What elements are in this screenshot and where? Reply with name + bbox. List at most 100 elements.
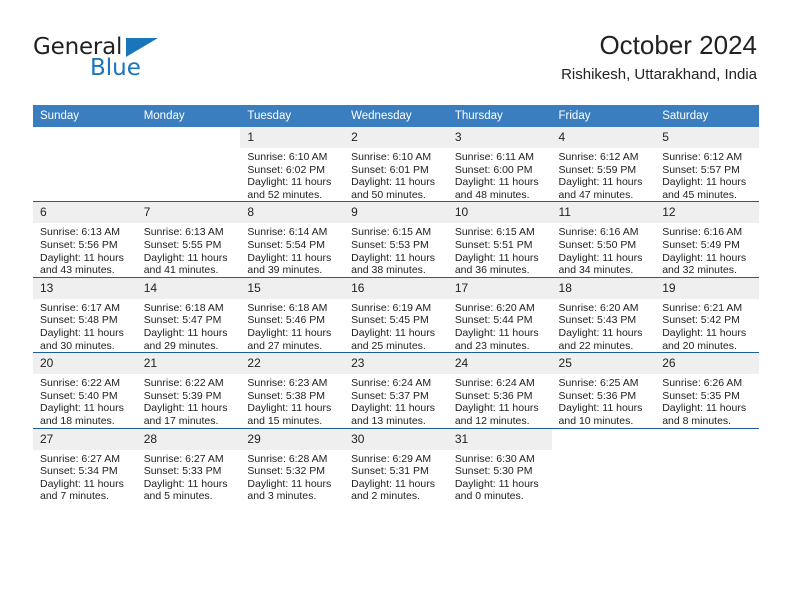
- calendar-cell[interactable]: 30 Sunrise: 6:29 AM Sunset: 5:31 PM Dayligh…: [344, 427, 448, 503]
- day-cell: 1 Sunrise: 6:10 AM Sunset: 6:02 PM Daylight…: [240, 127, 345, 201]
- calendar-cell[interactable]: 8 Sunrise: 6:14 AM Sunset: 5:54 PM Daylight…: [240, 201, 345, 278]
- day-number: 6: [33, 202, 137, 224]
- detail-daylight2: and 47 minutes.: [558, 188, 634, 201]
- calendar-cell[interactable]: 12 Sunrise: 6:16 AM Sunset: 5:49 PM Dayligh…: [655, 201, 759, 278]
- day-details: Sunrise: 6:27 AM Sunset: 5:34 PM Daylight:…: [33, 450, 137, 503]
- day-number: 31: [447, 428, 552, 450]
- detail-daylight1: Daylight: 11 hours: [143, 402, 228, 415]
- detail-sunrise: Sunrise: 6:27 AM: [143, 452, 224, 465]
- day-details: Sunrise: 6:13 AM Sunset: 5:56 PM Daylight:…: [33, 223, 137, 276]
- calendar-cell[interactable]: 2 Sunrise: 6:10 AM Sunset: 6:01 PM Daylight…: [344, 127, 448, 202]
- detail-daylight2: and 29 minutes.: [143, 339, 219, 352]
- empty-day-cell: [655, 428, 759, 503]
- day-details: Sunrise: 6:29 AM Sunset: 5:31 PM Daylight:…: [344, 450, 448, 503]
- day-cell: 7 Sunrise: 6:13 AM Sunset: 5:55 PM Daylight…: [136, 202, 241, 276]
- calendar-cell[interactable]: [33, 127, 137, 202]
- day-details: Sunrise: 6:30 AM Sunset: 5:30 PM Daylight:…: [448, 450, 552, 503]
- day-number: [655, 428, 759, 450]
- day-details: Sunrise: 6:28 AM Sunset: 5:32 PM Daylight:…: [240, 450, 344, 503]
- detail-sunset: Sunset: 5:51 PM: [454, 238, 533, 251]
- calendar-cell[interactable]: 19 Sunrise: 6:21 AM Sunset: 5:42 PM Dayligh…: [655, 276, 759, 353]
- detail-daylight1: Daylight: 11 hours: [351, 251, 435, 264]
- detail-daylight2: and 30 minutes.: [40, 339, 115, 352]
- calendar-cell[interactable]: 22 Sunrise: 6:23 AM Sunset: 5:38 PM Dayligh…: [240, 352, 345, 428]
- calendar-cell[interactable]: 3 Sunrise: 6:11 AM Sunset: 6:00 PM Daylight…: [447, 127, 552, 202]
- detail-daylight2: and 41 minutes.: [143, 264, 219, 277]
- calendar-cell[interactable]: 28 Sunrise: 6:27 AM Sunset: 5:33 PM Dayligh…: [136, 427, 241, 503]
- calendar-cell[interactable]: 10 Sunrise: 6:15 AM Sunset: 5:51 PM Dayligh…: [447, 201, 552, 278]
- calendar-cell[interactable]: 31 Sunrise: 6:30 AM Sunset: 5:30 PM Dayligh…: [447, 427, 552, 503]
- detail-sunset: Sunset: 5:43 PM: [558, 314, 637, 327]
- calendar-cell[interactable]: 20 Sunrise: 6:22 AM Sunset: 5:40 PM Dayligh…: [33, 352, 137, 428]
- detail-daylight2: and 15 minutes.: [247, 414, 323, 427]
- detail-daylight1: Daylight: 11 hours: [143, 326, 228, 339]
- calendar-cell[interactable]: 16 Sunrise: 6:19 AM Sunset: 5:45 PM Dayligh…: [344, 276, 448, 353]
- calendar-cell[interactable]: 29 Sunrise: 6:28 AM Sunset: 5:32 PM Dayligh…: [240, 427, 345, 503]
- calendar-cell[interactable]: 4 Sunrise: 6:12 AM Sunset: 5:59 PM Daylight…: [551, 127, 656, 202]
- calendar-cell[interactable]: [136, 127, 241, 202]
- detail-sunrise: Sunrise: 6:10 AM: [247, 151, 328, 163]
- day-cell: 28 Sunrise: 6:27 AM Sunset: 5:33 PM Dayligh…: [136, 428, 241, 503]
- day-number: 21: [136, 353, 241, 375]
- calendar-cell[interactable]: 15 Sunrise: 6:18 AM Sunset: 5:46 PM Dayligh…: [240, 276, 345, 353]
- detail-daylight1: Daylight: 11 hours: [40, 402, 124, 415]
- day-cell: 24 Sunrise: 6:24 AM Sunset: 5:36 PM Dayligh…: [447, 353, 552, 427]
- calendar-cell[interactable]: 27 Sunrise: 6:27 AM Sunset: 5:34 PM Dayligh…: [33, 427, 137, 503]
- calendar-cell[interactable]: 11 Sunrise: 6:16 AM Sunset: 5:50 PM Dayligh…: [551, 201, 656, 278]
- calendar-cell[interactable]: 13 Sunrise: 6:17 AM Sunset: 5:48 PM Dayligh…: [33, 276, 137, 353]
- calendar-cell[interactable]: 14 Sunrise: 6:18 AM Sunset: 5:47 PM Dayligh…: [136, 276, 241, 353]
- weekday-header-friday: Friday: [551, 105, 656, 127]
- day-number: 15: [240, 277, 345, 299]
- calendar-cell[interactable]: 21 Sunrise: 6:22 AM Sunset: 5:39 PM Dayligh…: [136, 352, 241, 428]
- day-number: 18: [551, 277, 656, 299]
- day-number: 26: [655, 353, 759, 375]
- calendar-cell[interactable]: 17 Sunrise: 6:20 AM Sunset: 5:44 PM Dayligh…: [447, 276, 552, 353]
- calendar-cell[interactable]: 5 Sunrise: 6:12 AM Sunset: 5:57 PM Daylight…: [655, 127, 759, 202]
- detail-daylight2: and 48 minutes.: [454, 188, 530, 201]
- detail-daylight2: and 52 minutes.: [247, 188, 323, 201]
- detail-daylight2: and 5 minutes.: [143, 490, 213, 503]
- detail-daylight1: Daylight: 11 hours: [247, 176, 332, 189]
- calendar-cell[interactable]: 1 Sunrise: 6:10 AM Sunset: 6:02 PM Daylight…: [240, 127, 345, 202]
- calendar-cell[interactable]: 6 Sunrise: 6:13 AM Sunset: 5:56 PM Daylight…: [33, 201, 137, 278]
- general-blue-logo[interactable]: General Blue: [33, 34, 173, 86]
- day-cell: 16 Sunrise: 6:19 AM Sunset: 5:45 PM Dayligh…: [344, 277, 448, 352]
- detail-sunset: Sunset: 5:36 PM: [454, 389, 533, 402]
- day-cell: 22 Sunrise: 6:23 AM Sunset: 5:38 PM Dayligh…: [240, 353, 345, 427]
- day-details: Sunrise: 6:15 AM Sunset: 5:51 PM Daylight:…: [448, 223, 552, 276]
- day-details: Sunrise: 6:13 AM Sunset: 5:55 PM Daylight:…: [137, 223, 241, 276]
- detail-daylight2: and 0 minutes.: [454, 490, 524, 503]
- detail-sunset: Sunset: 5:35 PM: [662, 389, 740, 402]
- calendar-cell[interactable]: [655, 427, 759, 503]
- empty-day-cell: [33, 127, 137, 201]
- day-cell: 14 Sunrise: 6:18 AM Sunset: 5:47 PM Dayligh…: [136, 277, 241, 352]
- calendar-cell[interactable]: 23 Sunrise: 6:24 AM Sunset: 5:37 PM Dayligh…: [344, 352, 448, 428]
- day-cell: 26 Sunrise: 6:26 AM Sunset: 5:35 PM Dayligh…: [655, 353, 759, 427]
- calendar-cell[interactable]: 26 Sunrise: 6:26 AM Sunset: 5:35 PM Dayligh…: [655, 352, 759, 428]
- calendar-cell[interactable]: 18 Sunrise: 6:20 AM Sunset: 5:43 PM Dayligh…: [551, 276, 656, 353]
- day-details: Sunrise: 6:14 AM Sunset: 5:54 PM Daylight:…: [240, 223, 344, 276]
- day-details: Sunrise: 6:16 AM Sunset: 5:49 PM Daylight:…: [655, 223, 759, 276]
- day-details: Sunrise: 6:19 AM Sunset: 5:45 PM Daylight:…: [344, 299, 448, 352]
- day-cell: 6 Sunrise: 6:13 AM Sunset: 5:56 PM Daylight…: [33, 202, 137, 276]
- detail-daylight2: and 32 minutes.: [662, 264, 737, 277]
- detail-sunset: Sunset: 5:44 PM: [454, 314, 533, 327]
- weekday-header-monday: Monday: [136, 105, 241, 127]
- detail-daylight2: and 17 minutes.: [143, 414, 219, 427]
- detail-daylight2: and 12 minutes.: [454, 414, 530, 427]
- detail-sunrise: Sunrise: 6:29 AM: [351, 452, 432, 465]
- calendar-cell[interactable]: 9 Sunrise: 6:15 AM Sunset: 5:53 PM Daylight…: [344, 201, 448, 278]
- detail-sunset: Sunset: 5:45 PM: [351, 314, 429, 327]
- detail-sunset: Sunset: 5:57 PM: [662, 163, 740, 176]
- detail-sunrise: Sunrise: 6:23 AM: [247, 377, 328, 390]
- detail-daylight1: Daylight: 11 hours: [454, 477, 539, 490]
- calendar-cell[interactable]: [551, 427, 656, 503]
- calendar-week-row: 20 Sunrise: 6:22 AM Sunset: 5:40 PM Dayligh…: [33, 352, 759, 428]
- day-number: 10: [447, 202, 552, 224]
- calendar-cell[interactable]: 24 Sunrise: 6:24 AM Sunset: 5:36 PM Dayligh…: [447, 352, 552, 428]
- detail-sunrise: Sunrise: 6:15 AM: [454, 226, 535, 239]
- calendar-cell[interactable]: 7 Sunrise: 6:13 AM Sunset: 5:55 PM Daylight…: [136, 201, 241, 278]
- day-cell: 25 Sunrise: 6:25 AM Sunset: 5:36 PM Dayligh…: [551, 353, 656, 427]
- day-details: Sunrise: 6:18 AM Sunset: 5:46 PM Daylight:…: [240, 299, 344, 352]
- calendar-cell[interactable]: 25 Sunrise: 6:25 AM Sunset: 5:36 PM Dayligh…: [551, 352, 656, 428]
